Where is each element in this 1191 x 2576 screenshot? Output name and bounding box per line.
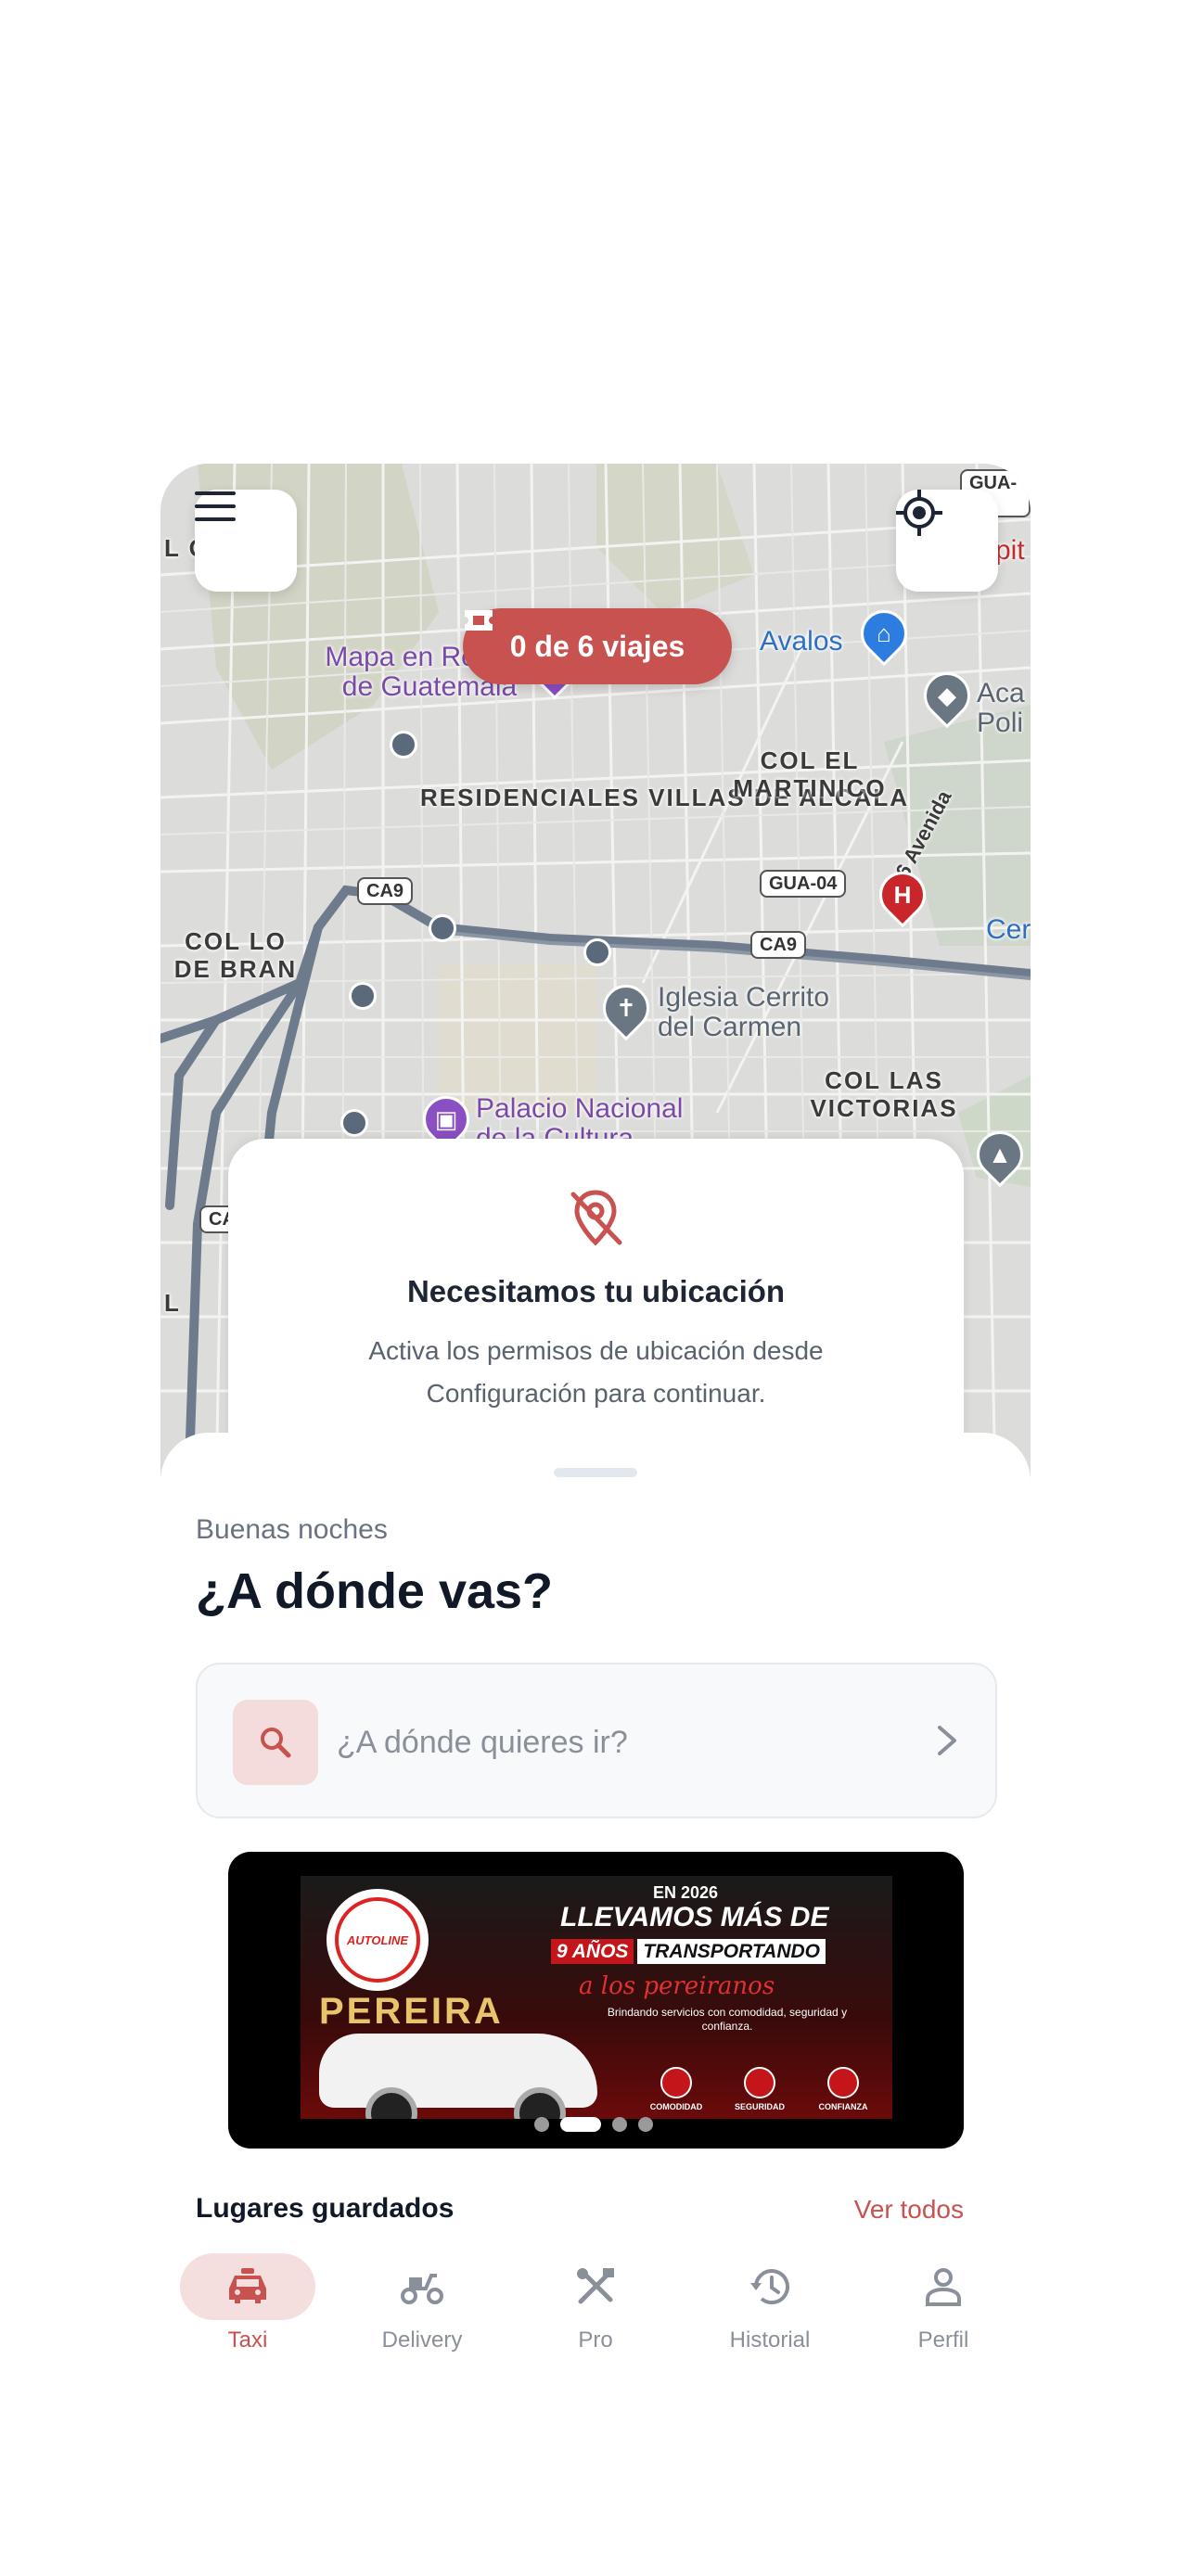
banner-years-line: 9 AÑOS TRANSPORTANDO: [551, 1939, 826, 1964]
bus-stop-icon: [583, 938, 611, 966]
person-icon: [926, 2268, 961, 2306]
comfort-icon: [660, 2067, 692, 2098]
location-card-description-line2: Configuración para continuar.: [426, 1379, 766, 1408]
tab-historial-label: Historial: [729, 2327, 811, 2353]
location-off-icon: [570, 1190, 622, 1246]
tab-taxi-icon-wrap: [180, 2253, 315, 2320]
taxi-icon: [229, 2268, 266, 2303]
promo-banner-image: AUTOLINE EN 2026 LLEVAMOS MÁS DE 9 AÑOS T…: [301, 1876, 892, 2119]
scooter-icon: [401, 2274, 443, 2304]
map-view[interactable]: RESIDENCIALES VILLAS DE ALCALA COL EL MA…: [160, 464, 1031, 1493]
banner-transport: TRANSPORTANDO: [637, 1939, 826, 1964]
tools-icon: [577, 2268, 614, 2304]
banner-year: EN 2026: [653, 1883, 719, 1902]
chevron-right-icon: [938, 1726, 956, 1755]
saved-places-heading: Lugares guardados: [196, 2193, 455, 2224]
bus-stop-icon: [429, 914, 456, 942]
tab-delivery-label: Delivery: [381, 2327, 463, 2353]
promo-banner-carousel[interactable]: AUTOLINE EN 2026 LLEVAMOS MÁS DE 9 AÑOS T…: [228, 1852, 964, 2149]
map-label-las-victorias: COL LAS VICTORIAS: [810, 1066, 958, 1122]
banner-feature: CONFIANZA: [801, 2067, 885, 2111]
my-location-button[interactable]: [896, 490, 998, 592]
trips-counter-label: 0 de 6 viajes: [509, 629, 685, 663]
location-card-title: Necesitamos tu ubicación: [406, 1274, 786, 1308]
page-title: ¿A dónde vas?: [196, 1563, 554, 1619]
sheet-drag-handle[interactable]: [554, 1468, 637, 1477]
bottom-tab-bar: Taxi Delivery Pro Historial Perfil: [160, 2253, 1031, 2355]
carousel-dot-active[interactable]: [560, 2117, 601, 2132]
location-card-description-line1: Activa los permisos de ubicación desde: [368, 1336, 824, 1365]
bus-stop-icon: [349, 982, 377, 1010]
map-label-edge-mid: L: [164, 1289, 181, 1317]
banner-script: a los pereiranos: [579, 1972, 775, 2000]
bus-stop-icon: [340, 1109, 368, 1137]
banner-feature: SEGURIDAD: [718, 2067, 801, 2111]
banner-feature: COMODIDAD: [634, 2067, 718, 2111]
map-label-lo-de-bran: COL LO DE BRAN: [173, 927, 298, 983]
poi-label-edge-hospital: pit: [995, 535, 1025, 566]
tab-delivery[interactable]: Delivery: [352, 2253, 492, 2353]
handshake-icon: [827, 2067, 859, 2098]
destination-search-input[interactable]: [337, 1718, 912, 1766]
poi-label-academia: Aca Poli: [977, 678, 1025, 738]
road-shield-gua04: GUA-04: [760, 870, 847, 898]
tab-pro-label: Pro: [578, 2327, 613, 2353]
poi-label-edge-cer: Cer: [986, 914, 1031, 945]
carousel-dot[interactable]: [612, 2117, 627, 2132]
carousel-dot[interactable]: [638, 2117, 653, 2132]
history-icon: [750, 2269, 789, 2304]
destination-search-box[interactable]: [196, 1663, 997, 1818]
tab-historial[interactable]: Historial: [700, 2253, 839, 2353]
hamburger-menu-icon: [195, 491, 236, 521]
poi-label-avalos: Avalos: [760, 626, 843, 657]
crosshair-location-icon: [896, 490, 942, 536]
search-icon: [261, 1728, 291, 1758]
tab-pro[interactable]: Pro: [526, 2253, 665, 2353]
app-screen: RESIDENCIALES VILLAS DE ALCALA COL EL MA…: [160, 464, 1031, 2355]
road-shield-ca9-east: CA9: [750, 931, 807, 959]
location-card-description: Activa los permisos de ubicación desde C…: [228, 1330, 964, 1415]
search-icon-badge: [233, 1700, 318, 1785]
banner-headline: LLEVAMOS MÁS DE: [560, 1902, 829, 1932]
tab-perfil-label: Perfil: [917, 2327, 969, 2353]
tab-taxi-label: Taxi: [227, 2327, 268, 2353]
poi-label-iglesia: Iglesia Cerrito del Carmen: [658, 982, 830, 1042]
ticket-icon: [465, 610, 493, 631]
carousel-dots: [534, 2117, 653, 2132]
see-all-link[interactable]: Ver todos: [854, 2195, 964, 2225]
trips-counter-badge[interactable]: 0 de 6 viajes: [463, 608, 732, 684]
bottom-sheet: Buenas noches ¿A dónde vas? AUTOLINE EN …: [160, 1433, 1031, 2355]
tab-taxi[interactable]: Taxi: [178, 2253, 317, 2353]
carousel-dot[interactable]: [534, 2117, 549, 2132]
shield-icon: [744, 2067, 775, 2098]
menu-button[interactable]: [195, 490, 297, 592]
autoline-logo: AUTOLINE: [327, 1889, 429, 1991]
map-label-martinico: COL EL MARTINICO: [733, 746, 887, 802]
tab-perfil[interactable]: Perfil: [874, 2253, 1013, 2353]
road-shield-ca9: CA9: [357, 877, 414, 905]
car-illustration: [319, 2034, 597, 2119]
banner-city: PEREIRA: [319, 1991, 504, 2032]
bus-stop-icon: [390, 731, 417, 759]
banner-years: 9 AÑOS: [551, 1939, 634, 1964]
greeting-text: Buenas noches: [196, 1514, 388, 1545]
banner-subtext: Brindando servicios con comodidad, segur…: [607, 2006, 848, 2033]
